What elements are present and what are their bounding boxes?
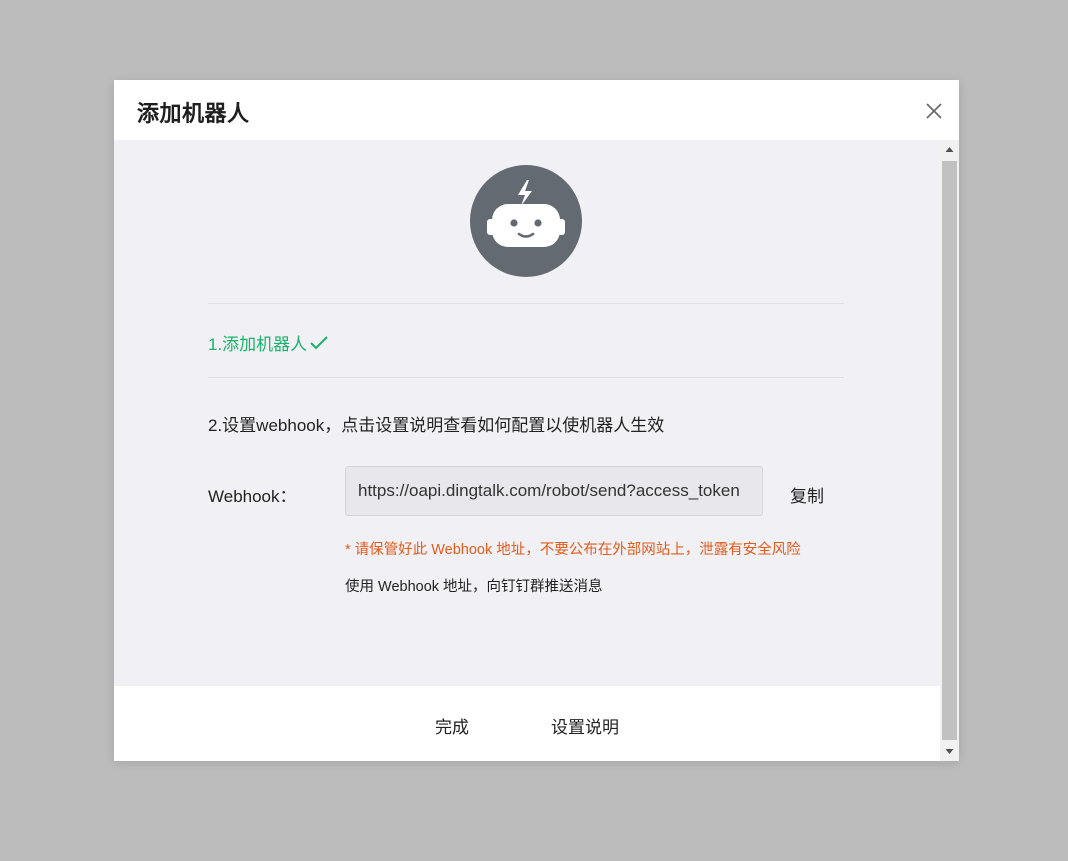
add-robot-dialog: 添加机器人 1.添加机器人 2.设置webhook，点击设置说明查看如何配置以使…	[114, 80, 959, 761]
robot-icon	[487, 180, 565, 247]
robot-avatar	[470, 165, 582, 277]
webhook-label: Webhook：	[208, 487, 297, 506]
scrollbar-thumb[interactable]	[942, 161, 957, 740]
usage-hint: 使用 Webhook 地址，向钉钉群推送消息	[345, 579, 603, 595]
dialog-footer: 完成 设置说明	[114, 686, 940, 761]
divider	[208, 303, 844, 304]
step-1-label: 1.添加机器人	[208, 335, 308, 354]
security-warning: * 请保管好此 Webhook 地址，不要公布在外部网站上，泄露有安全风险	[345, 542, 801, 558]
dialog-header: 添加机器人	[114, 80, 959, 140]
dialog-title: 添加机器人	[137, 101, 250, 126]
vertical-scrollbar[interactable]	[940, 140, 959, 761]
dialog-body: 1.添加机器人 2.设置webhook，点击设置说明查看如何配置以使机器人生效 …	[114, 140, 940, 686]
checkmark-icon	[310, 335, 328, 349]
scroll-up-icon[interactable]	[940, 140, 959, 160]
copy-button[interactable]: 复制	[790, 482, 824, 507]
close-icon[interactable]	[923, 100, 945, 122]
step-1: 1.添加机器人	[208, 330, 329, 355]
setup-help-button[interactable]: 设置说明	[551, 713, 619, 738]
divider	[208, 377, 844, 378]
scroll-down-icon[interactable]	[940, 741, 959, 761]
done-button[interactable]: 完成	[435, 713, 469, 738]
step-2-label: 2.设置webhook，点击设置说明查看如何配置以使机器人生效	[208, 416, 665, 435]
webhook-url-field[interactable]: https://oapi.dingtalk.com/robot/send?acc…	[345, 466, 763, 516]
